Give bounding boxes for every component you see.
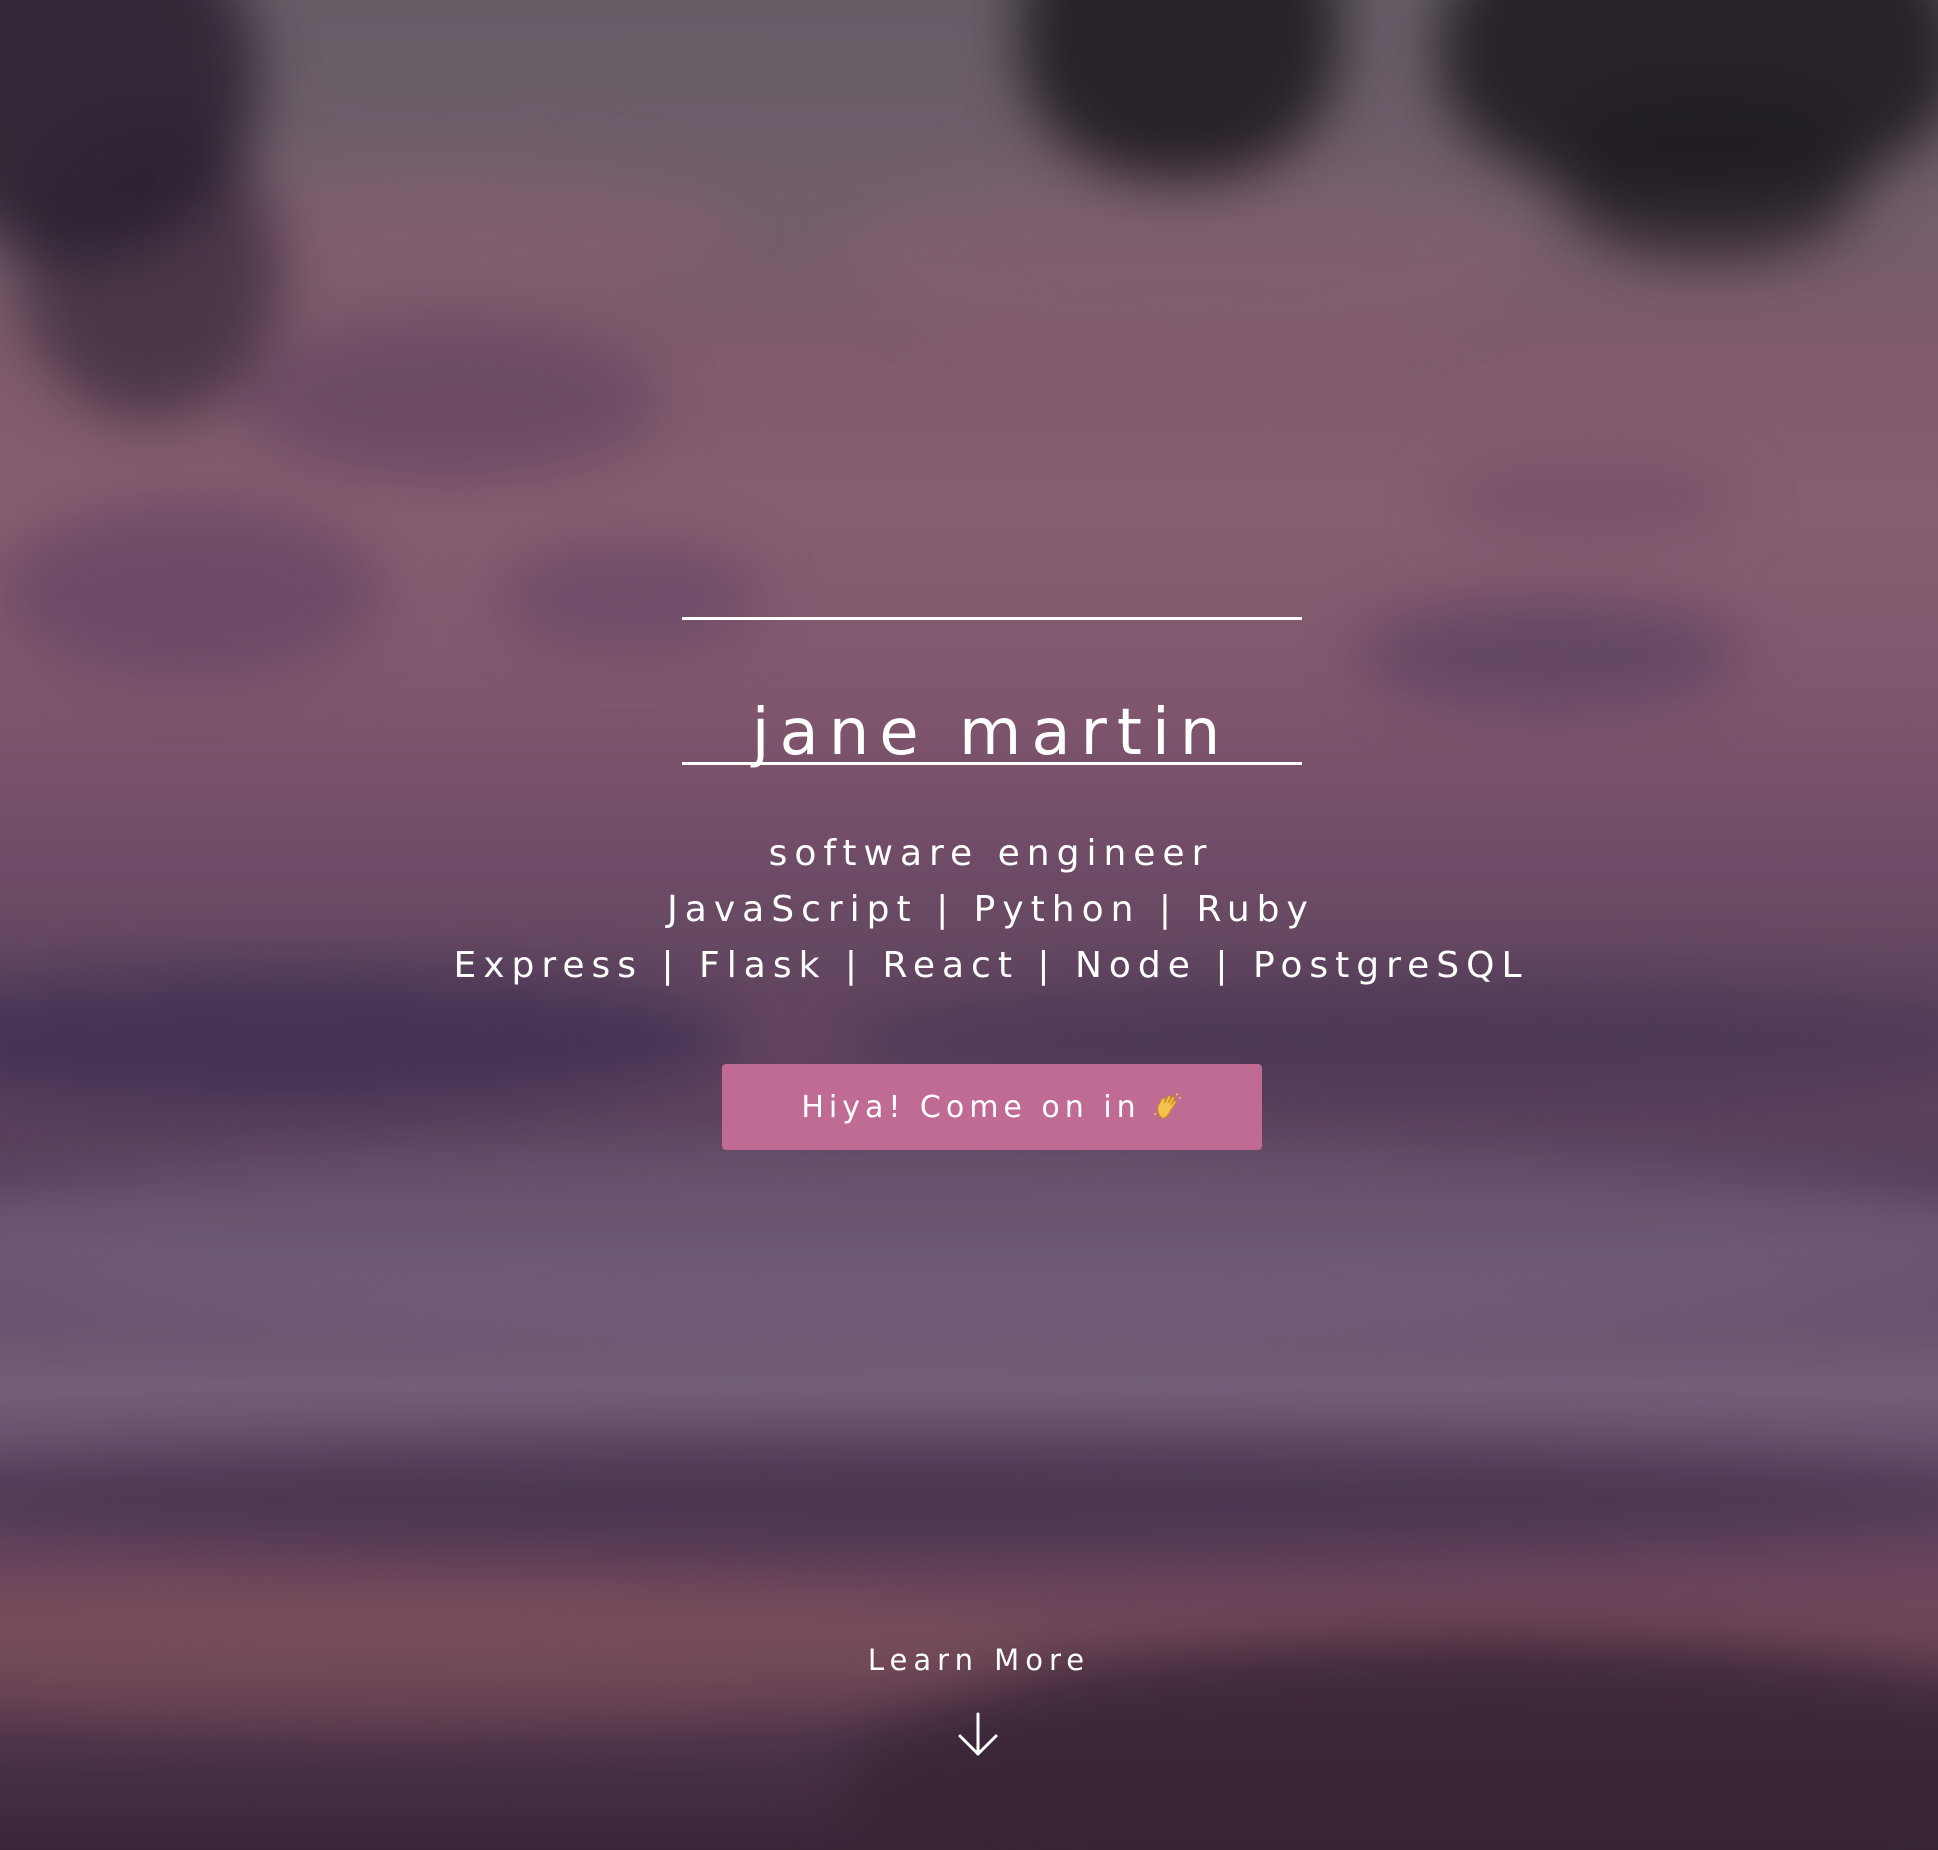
arrow-down-icon[interactable] bbox=[956, 1712, 1000, 1758]
languages-list: JavaScript | Python | Ruby bbox=[667, 889, 1315, 930]
job-title: software engineer bbox=[768, 833, 1214, 874]
name-bottom-divider bbox=[682, 762, 1302, 765]
name-top-divider bbox=[682, 617, 1302, 620]
frameworks-list: Express | Flask | React | Node | Postgre… bbox=[453, 945, 1529, 986]
learn-more-link[interactable]: Learn More bbox=[0, 1640, 1938, 1680]
page-title: jane martin bbox=[751, 695, 1231, 770]
hero-content: jane martin software engineer JavaScript… bbox=[0, 0, 1938, 1850]
waving-hand-icon bbox=[1153, 1092, 1183, 1122]
enter-site-button[interactable]: Hiya! Come on in bbox=[722, 1064, 1262, 1150]
enter-site-button-label: Hiya! Come on in bbox=[801, 1089, 1141, 1125]
